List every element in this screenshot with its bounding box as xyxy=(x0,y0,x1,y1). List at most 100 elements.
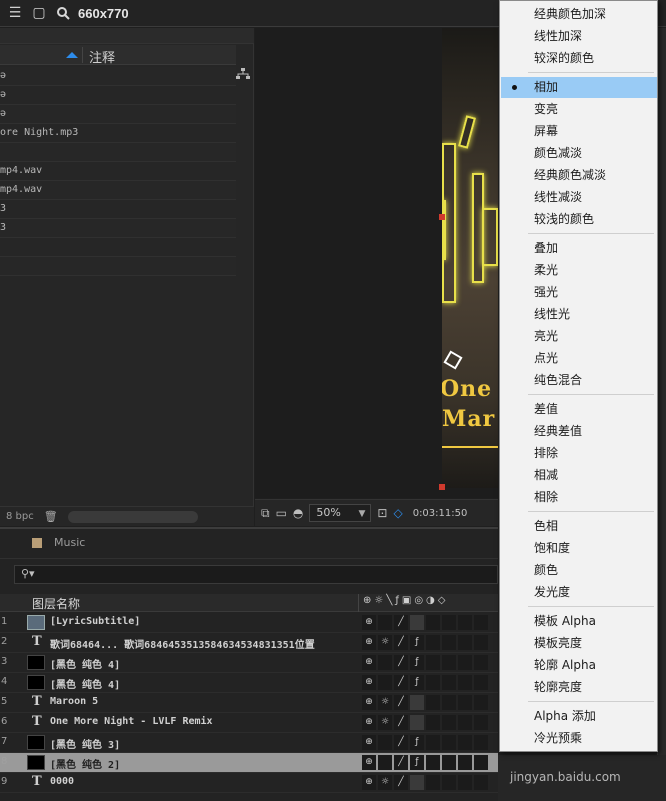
layer-name[interactable]: One More Night - LVLF Remix xyxy=(50,716,356,727)
menu-item-stencil-alpha[interactable]: 模板 Alpha xyxy=(501,611,657,632)
collapse-switch[interactable]: ☼ xyxy=(378,715,392,730)
tab-music[interactable]: Music xyxy=(54,536,85,549)
list-item[interactable]: mp4.wav xyxy=(0,181,236,200)
quality-switch[interactable]: ╱ xyxy=(394,695,408,710)
list-item[interactable] xyxy=(0,257,236,276)
switch[interactable] xyxy=(458,755,472,770)
effects-switch[interactable] xyxy=(410,715,424,730)
hamburger-menu-icon[interactable]: ☰ xyxy=(6,4,24,22)
switch[interactable] xyxy=(458,655,472,670)
switch[interactable] xyxy=(442,715,456,730)
layer-search-input[interactable]: ⚲▾ xyxy=(14,565,498,584)
switch[interactable] xyxy=(458,615,472,630)
collapse-switch[interactable] xyxy=(378,675,392,690)
switch[interactable] xyxy=(458,675,472,690)
current-timecode[interactable]: 0:03:11:50 xyxy=(413,508,468,519)
switch[interactable] xyxy=(442,775,456,790)
layer-name[interactable]: [LyricSubtitle] xyxy=(50,616,356,627)
menu-item-darker-color[interactable]: 较深的颜色 xyxy=(501,48,657,69)
table-row[interactable]: 7 [黑色 纯色 3] ⊕ ╱ ƒ xyxy=(0,733,498,753)
table-row[interactable]: 9 T 0000 ⊕ ☼ ╱ xyxy=(0,773,498,793)
collapse-switch[interactable] xyxy=(378,755,392,770)
shy-switch[interactable]: ⊕ xyxy=(362,755,376,770)
layer-name[interactable]: 歌词68464... 歌词68464535135846345348313​51位… xyxy=(50,636,356,651)
switch[interactable] xyxy=(442,655,456,670)
mask-toggle-icon[interactable]: ◓ xyxy=(293,506,303,520)
switch[interactable] xyxy=(426,615,440,630)
shy-switch[interactable]: ⊕ xyxy=(362,615,376,630)
quality-switch[interactable]: ╱ xyxy=(394,655,408,670)
switch[interactable] xyxy=(474,655,488,670)
layer-name[interactable]: [黑色 纯色 4] xyxy=(50,656,356,671)
menu-item-hue[interactable]: 色相 xyxy=(501,516,657,537)
menu-item-luminescent-premul[interactable]: 冷光预乘 xyxy=(501,728,657,749)
shy-switch[interactable]: ⊕ xyxy=(362,735,376,750)
collapse-switch[interactable]: ☼ xyxy=(378,695,392,710)
switch[interactable] xyxy=(474,615,488,630)
menu-item-classic-difference[interactable]: 经典差值 xyxy=(501,421,657,442)
table-row[interactable]: 4 [黑色 纯色 4] ⊕ ╱ ƒ xyxy=(0,673,498,693)
quality-switch[interactable]: ╱ xyxy=(394,675,408,690)
layer-name[interactable]: 0000 xyxy=(50,776,356,787)
list-item[interactable]: 3 xyxy=(0,219,236,238)
transparency-grid-icon[interactable]: ◇ xyxy=(393,506,402,520)
shy-switch[interactable]: ⊕ xyxy=(362,695,376,710)
menu-item-linear-burn[interactable]: 线性加深 xyxy=(501,26,657,47)
switch[interactable] xyxy=(474,755,488,770)
collapse-switch[interactable]: ☼ xyxy=(378,635,392,650)
table-row[interactable]: 3 [黑色 纯色 4] ⊕ ╱ ƒ xyxy=(0,653,498,673)
quality-switch[interactable]: ╱ xyxy=(394,735,408,750)
switch[interactable] xyxy=(474,695,488,710)
effects-switch[interactable]: ƒ xyxy=(410,735,424,750)
switch[interactable] xyxy=(442,635,456,650)
flowchart-icon[interactable] xyxy=(236,68,250,80)
table-row[interactable]: 5 T Maroon 5 ⊕ ☼ ╱ xyxy=(0,693,498,713)
menu-item-saturation[interactable]: 饱和度 xyxy=(501,538,657,559)
menu-item-silhouette-alpha[interactable]: 轮廓 Alpha xyxy=(501,655,657,676)
region-of-interest-icon[interactable]: ⊡ xyxy=(377,506,387,520)
menu-item-stencil-luma[interactable]: 模板亮度 xyxy=(501,633,657,654)
effects-switch[interactable]: ƒ xyxy=(410,655,424,670)
effects-switch[interactable]: ƒ xyxy=(410,675,424,690)
effects-switch[interactable]: ƒ xyxy=(410,755,424,770)
menu-item-exclusion[interactable]: 排除 xyxy=(501,443,657,464)
composition-canvas[interactable]: One Mar xyxy=(442,28,498,488)
shy-switch[interactable]: ⊕ xyxy=(362,635,376,650)
transform-handle[interactable] xyxy=(439,484,445,490)
switch[interactable] xyxy=(458,735,472,750)
horizontal-scrollbar[interactable] xyxy=(67,510,198,523)
switch[interactable] xyxy=(474,675,488,690)
menu-item-hard-mix[interactable]: 纯色混合 xyxy=(501,370,657,391)
menu-item-screen[interactable]: 屏幕 xyxy=(501,121,657,142)
shy-switch[interactable]: ⊕ xyxy=(362,655,376,670)
menu-item-classic-color-burn[interactable]: 经典颜色加深 xyxy=(501,4,657,25)
list-item[interactable]: ə xyxy=(0,67,236,86)
quality-switch[interactable]: ╱ xyxy=(394,635,408,650)
list-item[interactable]: ore Night.mp3 xyxy=(0,124,236,143)
list-item[interactable] xyxy=(0,143,236,162)
menu-item-silhouette-luma[interactable]: 轮廓亮度 xyxy=(501,677,657,698)
switch[interactable] xyxy=(426,675,440,690)
switch[interactable] xyxy=(458,635,472,650)
quality-switch[interactable]: ╱ xyxy=(394,715,408,730)
effects-switch[interactable] xyxy=(410,695,424,710)
menu-item-color[interactable]: 颜色 xyxy=(501,560,657,581)
effects-switch[interactable] xyxy=(410,775,424,790)
sort-ascending-icon[interactable] xyxy=(66,52,78,58)
list-item[interactable]: ə xyxy=(0,105,236,124)
list-item[interactable]: mp4.wav xyxy=(0,162,236,181)
quality-switch[interactable]: ╱ xyxy=(394,755,408,770)
switch[interactable] xyxy=(458,715,472,730)
menu-item-pin-light[interactable]: 点光 xyxy=(501,348,657,369)
menu-item-hard-light[interactable]: 强光 xyxy=(501,282,657,303)
window-icon[interactable]: ▢ xyxy=(30,4,48,22)
shy-switch[interactable]: ⊕ xyxy=(362,675,376,690)
column-divider[interactable] xyxy=(358,594,359,612)
switch[interactable] xyxy=(474,775,488,790)
menu-item-soft-light[interactable]: 柔光 xyxy=(501,260,657,281)
menu-item-alpha-add[interactable]: Alpha 添加 xyxy=(501,706,657,727)
collapse-switch[interactable] xyxy=(378,615,392,630)
switch[interactable] xyxy=(474,735,488,750)
shy-switch[interactable]: ⊕ xyxy=(362,775,376,790)
search-icon[interactable] xyxy=(54,4,72,22)
